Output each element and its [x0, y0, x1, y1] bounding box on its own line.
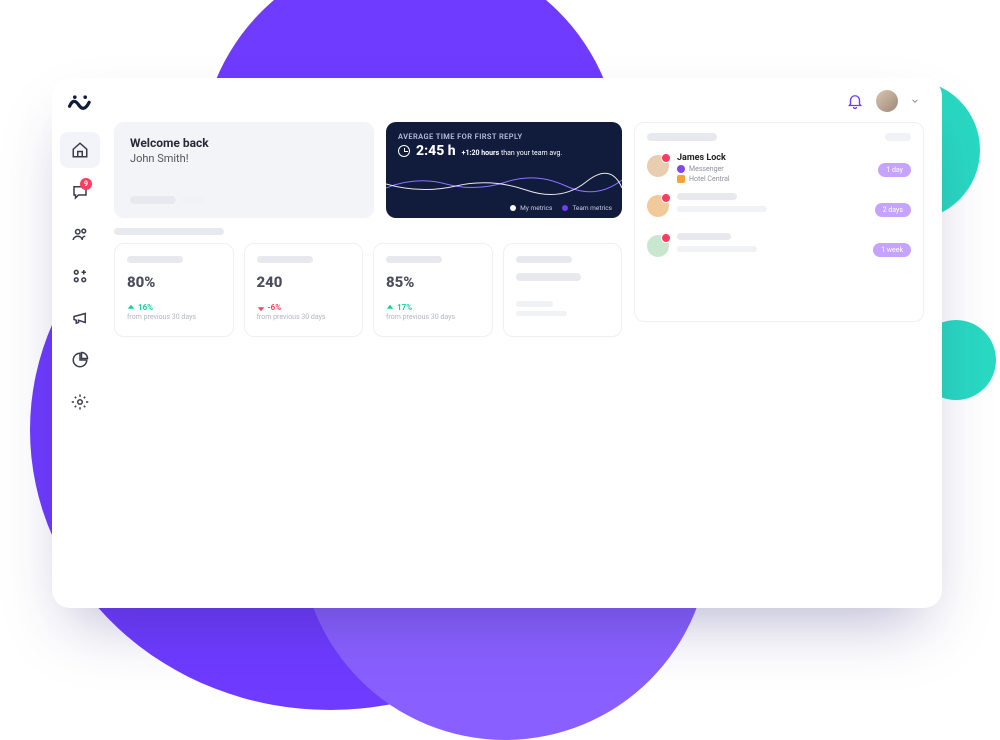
- chevron-down-icon[interactable]: [910, 96, 920, 106]
- person-badge[interactable]: 1 week: [873, 243, 911, 257]
- person-badge[interactable]: 2 days: [875, 203, 911, 217]
- first-reply-delta: +1:20 hours than your team avg.: [462, 149, 563, 157]
- nav-home[interactable]: [60, 132, 100, 168]
- arrow-down-icon: [257, 304, 265, 312]
- skeleton: [114, 228, 224, 235]
- nav-contacts[interactable]: [60, 216, 100, 252]
- nav-settings[interactable]: [60, 384, 100, 420]
- app-window: 9 Welcome back John: [52, 78, 942, 608]
- person-avatar: [647, 195, 669, 217]
- person-row[interactable]: 2 days: [647, 193, 911, 227]
- first-reply-card: AVERAGE TIME FOR FIRST REPLY 2:45 h +1:2…: [386, 122, 622, 218]
- gear-icon: [71, 393, 89, 411]
- metric-delta: 16%: [127, 303, 221, 312]
- arrow-up-icon: [127, 304, 135, 312]
- bell-icon[interactable]: [846, 92, 864, 110]
- megaphone-icon: [71, 309, 89, 327]
- metric-from: from previous 30 days: [127, 313, 221, 321]
- first-reply-label: AVERAGE TIME FOR FIRST REPLY: [398, 132, 610, 141]
- metric-value: 85%: [386, 273, 480, 291]
- metric-card: 80% 16% from previous 30 days: [114, 243, 234, 337]
- welcome-name: John Smith!: [130, 152, 358, 165]
- skeleton: [677, 193, 737, 200]
- person-meta: Hotel Central: [677, 175, 870, 183]
- grid-plus-icon: [71, 267, 89, 285]
- person-row[interactable]: 1 week: [647, 233, 911, 267]
- metric-delta: 17%: [386, 303, 480, 312]
- skeleton: [516, 273, 581, 281]
- logo: [67, 92, 93, 114]
- welcome-card: Welcome back John Smith!: [114, 122, 374, 218]
- skeleton: [677, 246, 757, 252]
- skeleton: [130, 196, 176, 204]
- skeleton: [257, 256, 313, 263]
- topbar: [114, 90, 924, 112]
- person-avatar: [647, 235, 669, 257]
- metric-card: 85% 17% from previous 30 days: [373, 243, 493, 337]
- nav-reports[interactable]: [60, 342, 100, 378]
- welcome-title: Welcome back: [130, 136, 358, 150]
- person-avatar: [647, 155, 669, 177]
- person-badge[interactable]: 1 day: [878, 163, 911, 177]
- skeleton: [516, 311, 567, 316]
- skeleton: [516, 301, 553, 307]
- skeleton: [127, 256, 183, 263]
- metric-from: from previous 30 days: [257, 313, 351, 321]
- metric-value: 240: [257, 273, 351, 291]
- user-avatar[interactable]: [876, 90, 898, 112]
- skeleton: [182, 196, 206, 204]
- home-icon: [71, 141, 89, 159]
- metric-card: [503, 243, 623, 337]
- people-card: James Lock Messenger Hotel Central 1 day…: [634, 122, 924, 322]
- person-row[interactable]: James Lock Messenger Hotel Central 1 day: [647, 153, 911, 187]
- person-meta: Messenger: [677, 165, 870, 173]
- clock-icon: [398, 145, 410, 157]
- metric-card: 240 -6% from previous 30 days: [244, 243, 364, 337]
- metric-value: 80%: [127, 273, 221, 291]
- first-reply-legend: My metrics Team metrics: [510, 204, 612, 212]
- nav-inbox[interactable]: 9: [60, 174, 100, 210]
- metric-from: from previous 30 days: [386, 313, 480, 321]
- main: Welcome back John Smith! AVERAGE TIME FO…: [108, 78, 942, 608]
- arrow-up-icon: [386, 304, 394, 312]
- nav-apps[interactable]: [60, 258, 100, 294]
- first-reply-sparkline: [386, 170, 622, 198]
- skeleton: [386, 256, 442, 263]
- sidebar: 9: [52, 78, 108, 608]
- nav-campaigns[interactable]: [60, 300, 100, 336]
- skeleton: [647, 133, 717, 141]
- first-reply-value: 2:45 h: [416, 143, 456, 159]
- nav-inbox-badge: 9: [80, 178, 92, 190]
- skeleton: [516, 256, 572, 263]
- pie-icon: [71, 351, 89, 369]
- person-name: James Lock: [677, 153, 870, 163]
- skeleton: [677, 206, 767, 212]
- skeleton: [885, 133, 911, 141]
- skeleton: [677, 233, 731, 240]
- people-icon: [71, 225, 89, 243]
- metric-delta: -6%: [257, 303, 351, 312]
